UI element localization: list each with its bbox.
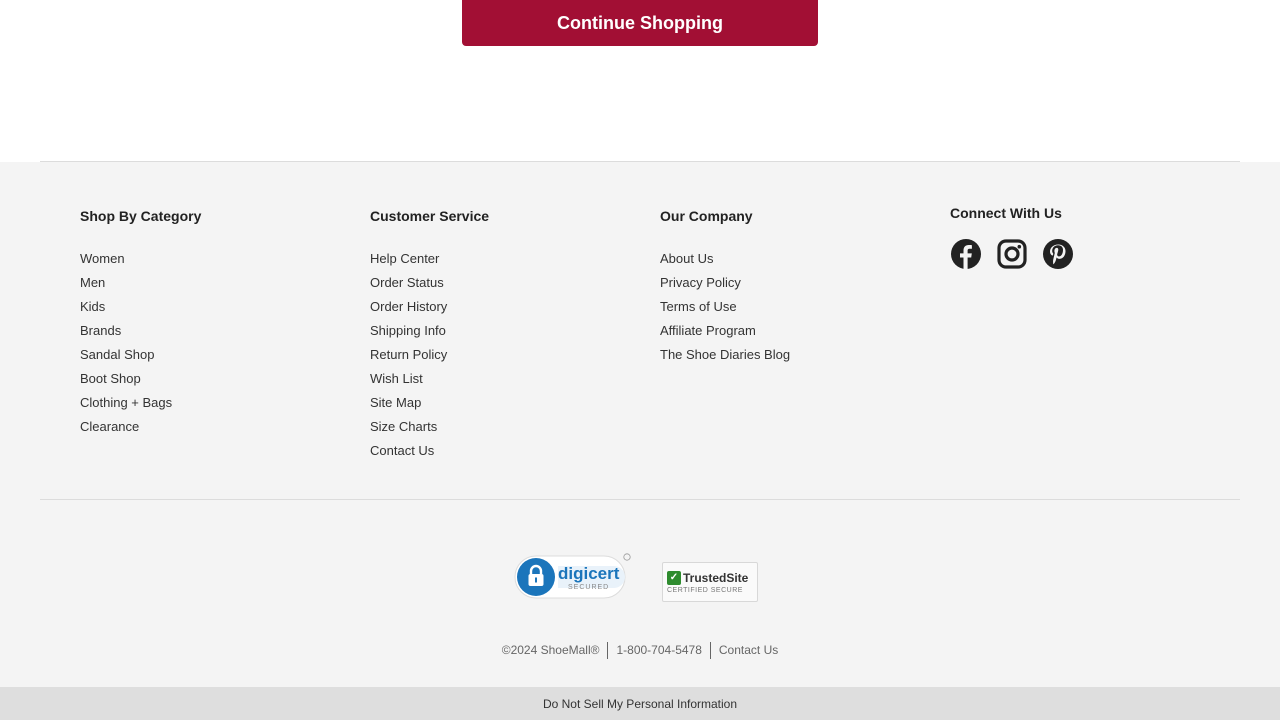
footer-link-kids[interactable]: Kids <box>80 299 105 314</box>
checkmark-icon: ✓ <box>667 570 681 585</box>
continue-shopping-button[interactable]: Continue Shopping <box>462 0 818 46</box>
footer-link-sandal-shop[interactable]: Sandal Shop <box>80 347 154 362</box>
bottom-contact-link[interactable]: Contact Us <box>711 641 786 659</box>
digicert-seal[interactable]: digicert SECURED <box>514 552 632 602</box>
pinterest-icon[interactable] <box>1042 238 1074 270</box>
column-heading: Customer Service <box>370 208 490 224</box>
footer-link-wish-list[interactable]: Wish List <box>370 371 423 386</box>
footer-link-order-history[interactable]: Order History <box>370 299 447 314</box>
footer-link-brands[interactable]: Brands <box>80 323 121 338</box>
instagram-icon[interactable] <box>996 238 1028 270</box>
footer-link-size-charts[interactable]: Size Charts <box>370 419 437 434</box>
copyright-text: ©2024 ShoeMall® <box>501 643 600 657</box>
footer-link-order-status[interactable]: Order Status <box>370 275 444 290</box>
facebook-icon[interactable] <box>950 238 982 270</box>
footer-column-shop-by-category: Shop By Category Women Men Kids Brands S… <box>80 207 201 439</box>
footer-link-site-map[interactable]: Site Map <box>370 395 421 410</box>
footer-link-contact-us[interactable]: Contact Us <box>370 443 434 458</box>
footer-link-about-us[interactable]: About Us <box>660 251 713 266</box>
footer-link-clothing-bags[interactable]: Clothing + Bags <box>80 395 172 410</box>
trustedsite-name: TrustedSite <box>683 570 749 585</box>
footer-link-clearance[interactable]: Clearance <box>80 419 139 434</box>
footer-column-connect: Connect With Us <box>950 204 1074 270</box>
footer-link-privacy-policy[interactable]: Privacy Policy <box>660 275 741 290</box>
security-badges: digicert SECURED ✓ TrustedSite CERTIFIED… <box>514 552 758 602</box>
footer-link-return-policy[interactable]: Return Policy <box>370 347 447 362</box>
column-heading: Connect With Us <box>950 205 1062 221</box>
digicert-name: digicert <box>558 564 620 583</box>
do-not-sell-link[interactable]: Do Not Sell My Personal Information <box>543 697 737 711</box>
digicert-sub: SECURED <box>568 584 610 591</box>
do-not-sell-bar: Do Not Sell My Personal Information <box>0 687 1280 720</box>
footer-column-our-company: Our Company About Us Privacy Policy Term… <box>660 207 790 367</box>
footer-divider-top <box>40 161 1240 162</box>
column-heading: Shop By Category <box>80 208 202 224</box>
footer-link-men[interactable]: Men <box>80 275 105 290</box>
footer-link-help-center[interactable]: Help Center <box>370 251 439 266</box>
footer-link-shoe-diaries-blog[interactable]: The Shoe Diaries Blog <box>660 347 790 362</box>
footer-link-terms-of-use[interactable]: Terms of Use <box>660 299 737 314</box>
social-links <box>950 238 1074 270</box>
footer-link-affiliate-program[interactable]: Affiliate Program <box>660 323 756 338</box>
footer-link-women[interactable]: Women <box>80 251 125 266</box>
footer-divider-middle <box>40 499 1240 500</box>
footer-link-boot-shop[interactable]: Boot Shop <box>80 371 141 386</box>
trustedsite-badge[interactable]: ✓ TrustedSite CERTIFIED SECURE <box>662 562 758 602</box>
footer-column-customer-service: Customer Service Help Center Order Statu… <box>370 207 489 463</box>
content-area: Continue Shopping <box>0 0 1280 162</box>
footer-link-shipping-info[interactable]: Shipping Info <box>370 323 446 338</box>
trustedsite-sub: CERTIFIED SECURE <box>667 586 743 594</box>
column-heading: Our Company <box>660 208 753 224</box>
footer-bottom-links: ©2024 ShoeMall® 1-800-704-5478 Contact U… <box>0 641 1280 659</box>
phone-link[interactable]: 1-800-704-5478 <box>608 641 709 659</box>
